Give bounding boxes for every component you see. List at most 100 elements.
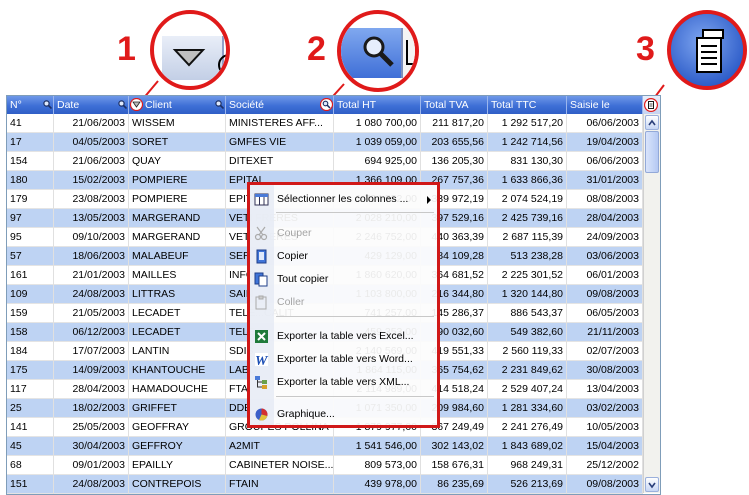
cell-total-ttc: 1 633 866,36 (488, 171, 567, 190)
cell-saisie-le: 09/08/2003 (567, 475, 643, 494)
cell-saisie-le: 02/07/2003 (567, 342, 643, 361)
filter-magnifier-icon[interactable] (43, 100, 52, 109)
cell-societe: A2MIT (226, 437, 334, 456)
vertical-scrollbar[interactable] (643, 114, 660, 493)
cell-date: 15/02/2003 (54, 171, 129, 190)
cell-saisie-le: 13/04/2003 (567, 380, 643, 399)
scissors-icon (254, 226, 268, 241)
sort-triangle-icon[interactable] (130, 98, 143, 111)
cell-saisie-le: 19/04/2003 (567, 133, 643, 152)
cell-date: 24/08/2003 (54, 285, 129, 304)
cell-date: 09/01/2003 (54, 456, 129, 475)
columns-icon (254, 193, 269, 206)
menu-separator (276, 316, 434, 317)
scroll-up-button[interactable] (645, 115, 659, 130)
cell-client: LITTRAS (129, 285, 226, 304)
cell-total-ttc: 1 843 689,02 (488, 437, 567, 456)
menu-item-copy[interactable]: Copier (250, 245, 437, 267)
cell-numero: 109 (7, 285, 54, 304)
filter-magnifier-icon[interactable] (215, 100, 224, 109)
cell-saisie-le: 24/09/2003 (567, 228, 643, 247)
menu-item-export-word[interactable]: W Exporter la table vers Word... (250, 348, 437, 370)
cell-numero: 41 (7, 114, 54, 133)
cell-date: 25/05/2003 (54, 418, 129, 437)
cell-societe: CABINETER NOISE... (226, 456, 334, 475)
menu-item-export-excel[interactable]: Exporter la table vers Excel... (250, 325, 437, 347)
cell-total-tva: 302 143,02 (421, 437, 488, 456)
menu-separator (276, 396, 434, 397)
menu-item-export-xml[interactable]: Exporter la table vers XML... (250, 371, 437, 393)
svg-text:W: W (255, 354, 269, 367)
callout-number-3: 3 (636, 30, 655, 68)
scroll-down-button[interactable] (645, 477, 659, 492)
cell-societe: MINISTERES AFF... (226, 114, 334, 133)
cell-client: GRIFFET (129, 399, 226, 418)
cell-client: LANTIN (129, 342, 226, 361)
cell-saisie-le: 03/02/2003 (567, 399, 643, 418)
cell-date: 21/06/2003 (54, 152, 129, 171)
table-row[interactable]: 151 24/08/2003 CONTREPOIS FTAIN 439 978,00 86… (7, 475, 643, 494)
cell-societe: FTAIN (226, 475, 334, 494)
cell-date: 24/08/2003 (54, 475, 129, 494)
column-header-date[interactable]: Date (54, 96, 129, 114)
cell-saisie-le: 06/05/2003 (567, 304, 643, 323)
cell-total-ttc: 513 238,28 (488, 247, 567, 266)
cell-client: LECADET (129, 304, 226, 323)
cell-numero: 117 (7, 380, 54, 399)
cell-numero: 151 (7, 475, 54, 494)
cell-numero: 45 (7, 437, 54, 456)
cell-saisie-le: 31/01/2003 (567, 171, 643, 190)
cell-numero: 57 (7, 247, 54, 266)
cell-total-tva: 136 205,30 (421, 152, 488, 171)
column-header-client[interactable]: Client (129, 96, 226, 114)
sort-triangle-icon (172, 49, 206, 67)
cell-total-ttc: 2 687 115,39 (488, 228, 567, 247)
cell-saisie-le: 21/11/2003 (567, 323, 643, 342)
cell-date: 30/04/2003 (54, 437, 129, 456)
cell-numero: 159 (7, 304, 54, 323)
column-header-total-ht[interactable]: Total HT (334, 96, 421, 114)
word-icon: W (255, 353, 269, 367)
filter-magnifier-icon[interactable] (118, 100, 127, 109)
column-header-saisie-le[interactable]: Saisie le (567, 96, 643, 114)
column-header-total-ttc[interactable]: Total TTC (488, 96, 567, 114)
menu-item-copy-all[interactable]: Tout copier (250, 268, 437, 290)
cell-total-ht: 1 039 059,00 (334, 133, 421, 152)
table-row[interactable]: 17 04/05/2003 SORET GMFES VIE 1 039 059,00 20… (7, 133, 643, 152)
context-menu: Sélectionner les colonnes ... Couper Cop… (247, 182, 440, 428)
cell-client: EPAILLY (129, 456, 226, 475)
cell-saisie-le: 25/12/2002 (567, 456, 643, 475)
cell-numero: 25 (7, 399, 54, 418)
column-header-numero[interactable]: N° (7, 96, 54, 114)
callout-number-1: 1 (117, 30, 136, 68)
table-row[interactable]: 45 30/04/2003 GEFFROY A2MIT 1 541 546,00 302 … (7, 437, 643, 456)
menu-item-chart[interactable]: Graphique... (250, 403, 437, 425)
menu-item-paste[interactable]: Coller (250, 291, 437, 313)
cell-saisie-le: 30/08/2003 (567, 361, 643, 380)
cell-client: HAMADOUCHE (129, 380, 226, 399)
menu-item-select-columns[interactable]: Sélectionner les colonnes ... (250, 188, 437, 210)
cell-total-ttc: 2 231 849,62 (488, 361, 567, 380)
scroll-thumb[interactable] (645, 131, 659, 173)
cell-total-ttc: 2 560 119,33 (488, 342, 567, 361)
column-header-total-tva[interactable]: Total TVA (421, 96, 488, 114)
pie-chart-icon (255, 408, 268, 421)
cell-total-ttc: 2 529 407,24 (488, 380, 567, 399)
column-header-societe[interactable]: Société (226, 96, 334, 114)
cell-numero: 68 (7, 456, 54, 475)
cell-date: 18/02/2003 (54, 399, 129, 418)
menu-item-cut[interactable]: Couper (250, 222, 437, 244)
table-row[interactable]: 154 21/06/2003 QUAY DITEXET 694 925,00 136 20… (7, 152, 643, 171)
cell-saisie-le: 15/04/2003 (567, 437, 643, 456)
cell-total-ttc: 1 292 517,20 (488, 114, 567, 133)
cell-date: 09/10/2003 (54, 228, 129, 247)
filter-magnifier-icon[interactable] (320, 98, 333, 111)
cell-total-ht: 809 573,00 (334, 456, 421, 475)
table-row[interactable]: 41 21/06/2003 WISSEM MINISTERES AFF... 1 080… (7, 114, 643, 133)
cell-date: 13/05/2003 (54, 209, 129, 228)
column-chooser-button[interactable] (643, 96, 660, 114)
cell-numero: 179 (7, 190, 54, 209)
cell-date: 28/04/2003 (54, 380, 129, 399)
table-row[interactable]: 68 09/01/2003 EPAILLY CABINETER NOISE... 809… (7, 456, 643, 475)
magnifier-icon (363, 36, 394, 67)
